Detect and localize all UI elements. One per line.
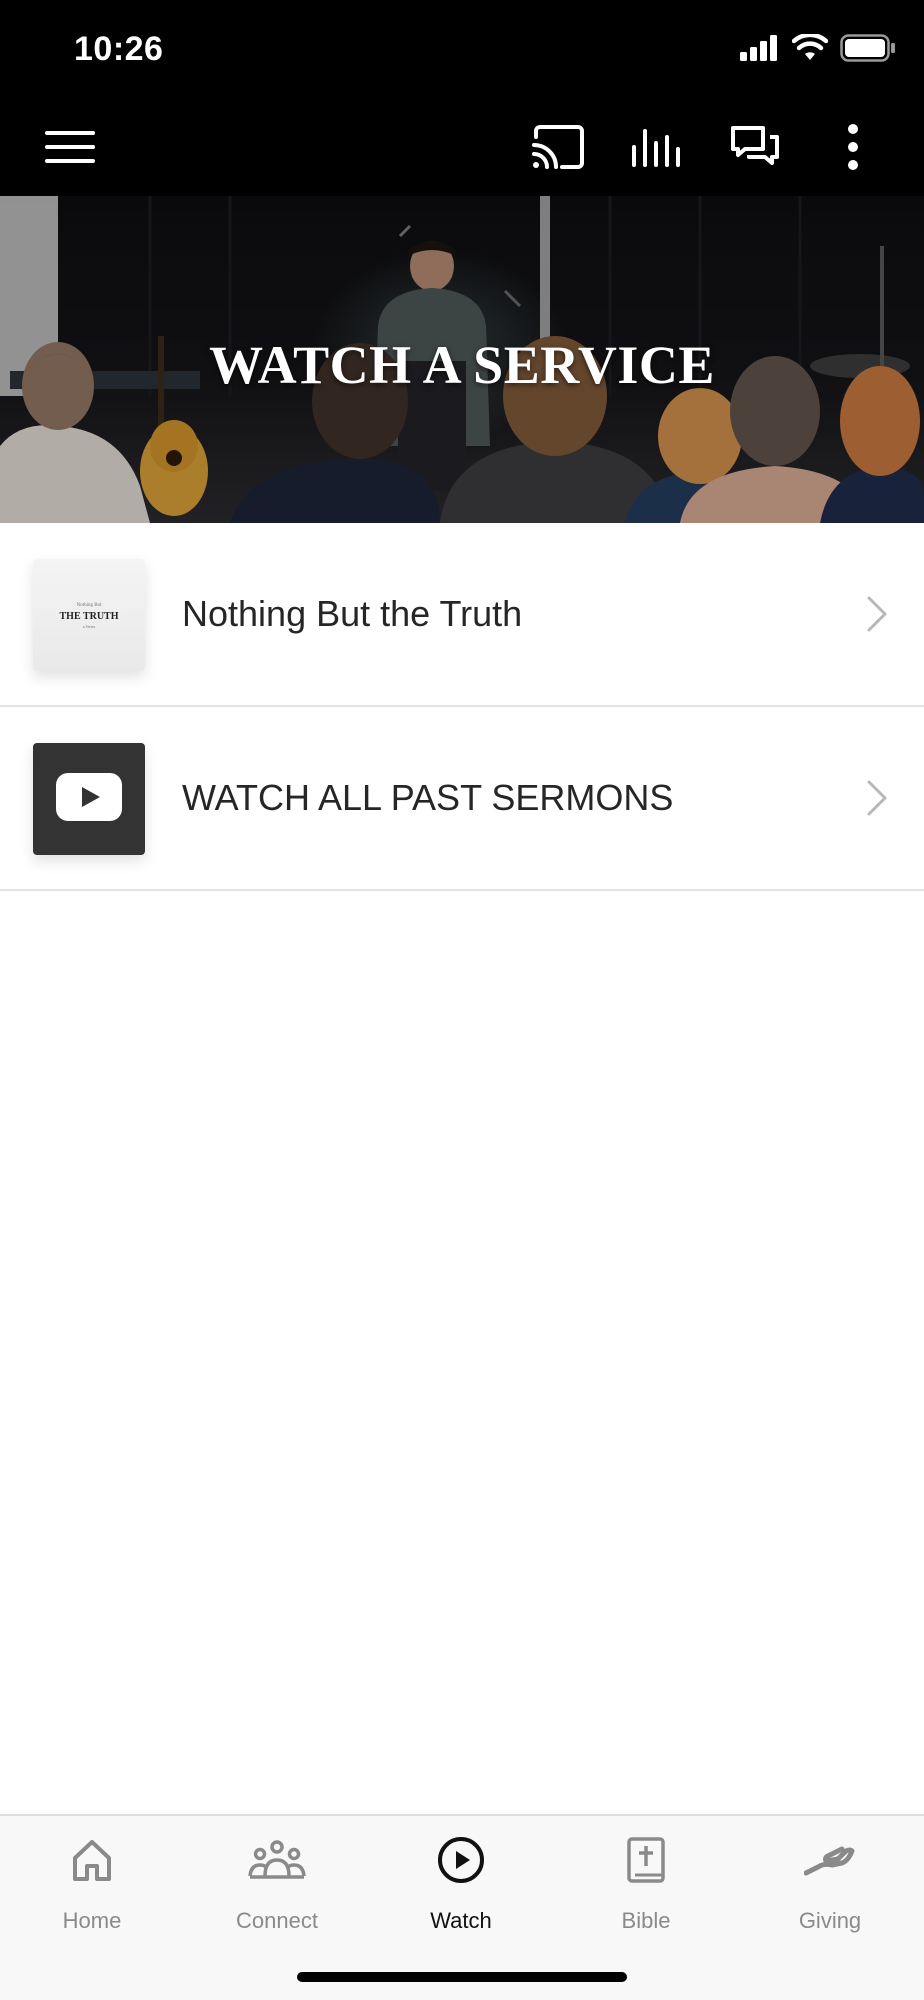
list-item-watch-all-past-sermons[interactable]: WATCH ALL PAST SERMONS (0, 707, 924, 891)
thumbnail-byline: a Series (82, 624, 96, 629)
audio-bars-icon (631, 127, 683, 172)
cast-button[interactable] (524, 114, 594, 184)
hero-title: WATCH A SERVICE (209, 335, 715, 395)
sermon-series-thumbnail: Nothing But THE TRUTH a Series (33, 559, 145, 671)
app-bar (0, 100, 924, 196)
nav-item-watch[interactable]: Watch (369, 1816, 553, 1946)
wifi-icon (791, 32, 829, 67)
status-bar: 10:26 (0, 0, 924, 100)
more-vertical-icon (847, 123, 859, 175)
giving-icon (803, 1843, 856, 1882)
cast-icon (532, 124, 586, 174)
people-icon (248, 1839, 306, 1885)
nav-label: Watch (430, 1908, 492, 1933)
chat-button[interactable] (720, 114, 790, 184)
play-circle-icon (437, 1836, 485, 1889)
nav-label: Connect (236, 1908, 318, 1933)
nav-item-connect[interactable]: Connect (185, 1816, 369, 1946)
chat-icon (730, 125, 780, 174)
menu-button[interactable] (35, 114, 105, 184)
status-time: 10:26 (74, 30, 164, 68)
nav-label: Giving (798, 1908, 862, 1933)
hero-banner: WATCH A SERVICE (0, 196, 924, 523)
bible-icon (627, 1836, 665, 1888)
list-item-nothing-but-the-truth[interactable]: Nothing But THE TRUTH a Series Nothing B… (0, 523, 924, 707)
thumbnail-kicker: Nothing But (76, 603, 102, 608)
status-icons (740, 32, 896, 67)
nav-item-giving[interactable]: Giving (738, 1816, 922, 1946)
audio-button[interactable] (622, 114, 692, 184)
watch-list: Nothing But THE TRUTH a Series Nothing B… (0, 523, 924, 891)
nav-label: Home (62, 1908, 122, 1933)
cellular-signal-icon (740, 35, 780, 66)
list-item-label: Nothing But the Truth (182, 593, 523, 634)
battery-icon (840, 34, 896, 67)
home-indicator (297, 1972, 627, 1982)
watch-screen: 10:26 WATCH A SERVICE Nothing But THE TR… (0, 0, 924, 2000)
home-icon (72, 1838, 112, 1887)
youtube-thumbnail (33, 743, 145, 855)
nav-item-home[interactable]: Home (0, 1816, 184, 1946)
nav-label: Bible (621, 1908, 671, 1933)
chevron-right-icon (866, 595, 888, 638)
menu-icon (45, 129, 95, 170)
chevron-right-icon (866, 779, 888, 822)
thumbnail-title: THE TRUTH (59, 611, 119, 622)
nav-item-bible[interactable]: Bible (554, 1816, 738, 1946)
more-options-button[interactable] (818, 114, 888, 184)
youtube-icon (56, 772, 122, 826)
list-item-label: WATCH ALL PAST SERMONS (182, 777, 674, 818)
